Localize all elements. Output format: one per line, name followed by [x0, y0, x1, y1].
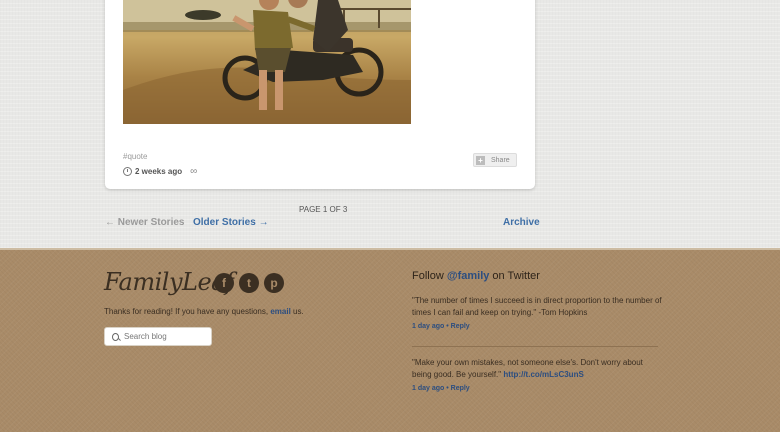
content-area: #quote 2 weeks ago ∞ + Share PAGE 1 OF 3… — [0, 0, 780, 248]
post-tag[interactable]: #quote — [123, 152, 147, 161]
tweet: "Make your own mistakes, not someone els… — [412, 357, 662, 395]
post-photo — [123, 0, 411, 124]
tweet: "The number of times I succeed is in dir… — [412, 295, 662, 333]
tweet-divider — [412, 346, 658, 347]
facebook-icon[interactable]: f — [214, 273, 234, 293]
tweet-text-block: "Make your own mistakes, not someone els… — [412, 357, 662, 381]
twitter-follow-heading: Follow @family on Twitter — [412, 270, 540, 282]
twitter-handle-link[interactable]: @family — [447, 270, 490, 282]
thanks-end: us. — [290, 307, 304, 316]
post-time[interactable]: 2 weeks ago — [135, 167, 182, 176]
footer: FamilyLeaf f t p Thanks for reading! If … — [0, 248, 780, 432]
share-button[interactable]: + Share — [473, 153, 517, 167]
tweet-time[interactable]: 1 day ago — [412, 323, 444, 330]
share-label: Share — [491, 156, 510, 164]
tweet-meta: 1 day ago • Reply — [412, 323, 470, 330]
thanks-text: Thanks for reading! If you have any ques… — [104, 307, 304, 316]
tweet-time[interactable]: 1 day ago — [412, 385, 444, 392]
search-input[interactable] — [122, 331, 211, 342]
email-link[interactable]: email — [270, 307, 290, 316]
page-count: PAGE 1 OF 3 — [299, 205, 348, 214]
permalink-icon[interactable]: ∞ — [190, 166, 197, 177]
tweet-link[interactable]: http://t.co/mLsC3unS — [503, 370, 583, 379]
newer-stories-link[interactable]: ← Newer Stories — [105, 217, 184, 228]
post-card: #quote 2 weeks ago ∞ + Share — [105, 0, 535, 189]
tweet-reply[interactable]: Reply — [451, 323, 470, 330]
tweet-text: "The number of times I succeed is in dir… — [412, 296, 662, 317]
follow-suffix: on Twitter — [489, 270, 540, 282]
pinterest-icon[interactable]: p — [264, 273, 284, 293]
tweet-meta: 1 day ago • Reply — [412, 385, 470, 392]
older-stories-link[interactable]: Older Stories → — [193, 217, 269, 228]
tweet-reply[interactable]: Reply — [451, 385, 470, 392]
thanks-label: Thanks for reading! If you have any ques… — [104, 307, 271, 316]
search-icon — [112, 332, 119, 341]
search-box — [104, 327, 212, 346]
twitter-icon[interactable]: t — [239, 273, 259, 293]
post-meta: 2 weeks ago ∞ — [123, 166, 197, 177]
clock-icon — [123, 167, 132, 176]
follow-prefix: Follow — [412, 270, 447, 282]
archive-link[interactable]: Archive — [503, 217, 540, 228]
plus-icon: + — [476, 155, 485, 165]
